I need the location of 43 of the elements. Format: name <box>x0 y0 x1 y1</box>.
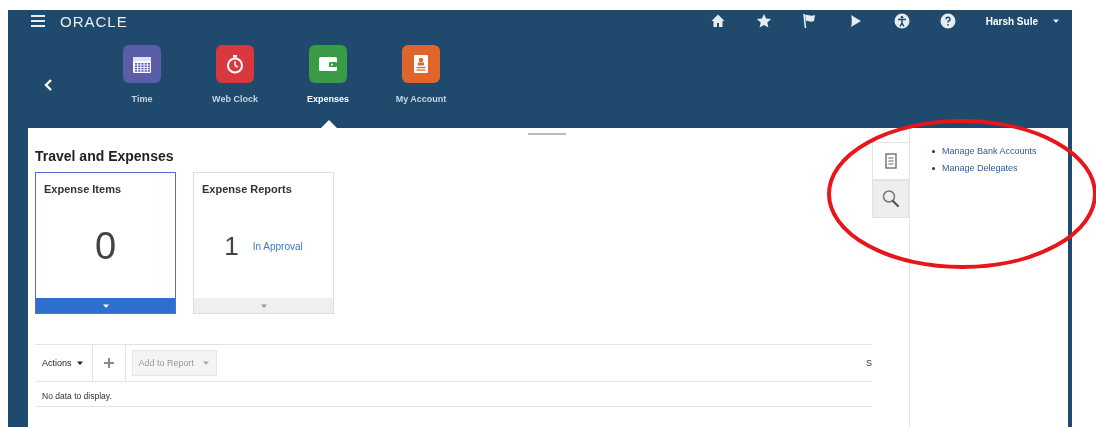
bullet-icon <box>932 149 935 153</box>
tile-count: 0 <box>94 225 117 268</box>
panel-tab[interactable] <box>872 180 909 218</box>
panel-tab[interactable] <box>872 142 909 180</box>
caret-icon <box>75 359 84 367</box>
tile-footer[interactable] <box>36 298 175 313</box>
user-menu[interactable]: Harsh Sule <box>985 15 1038 27</box>
task-link[interactable]: Manage Delegates <box>942 163 1018 173</box>
bullet-icon <box>932 166 935 170</box>
empty-message: No data to display. <box>35 382 872 407</box>
caret-icon <box>1052 17 1060 25</box>
search-icon <box>880 189 901 209</box>
app-tile-icon[interactable] <box>402 45 440 83</box>
app-label[interactable]: Expenses <box>307 94 349 104</box>
actions-menu[interactable]: Actions <box>42 345 93 381</box>
accessibility-icon[interactable] <box>893 13 910 29</box>
summary-tile[interactable]: Expense Items 0 <box>35 172 176 314</box>
tile-title: Expense Reports <box>202 183 293 195</box>
flag-icon[interactable] <box>801 13 818 29</box>
toolbar-text: S <box>866 358 872 368</box>
plus-icon <box>102 357 115 369</box>
task-link[interactable]: Manage Bank Accounts <box>942 146 1037 156</box>
page-title: Travel and Expenses <box>35 148 175 164</box>
star-icon[interactable] <box>755 13 772 29</box>
help-icon[interactable] <box>939 13 956 29</box>
drag-handle[interactable] <box>528 133 566 135</box>
app-tile-icon[interactable] <box>309 45 347 83</box>
app-label[interactable]: My Account <box>395 94 447 104</box>
home-icon[interactable] <box>709 13 726 29</box>
stopwatch-icon <box>224 53 246 75</box>
tile-count: 1 <box>224 231 239 262</box>
app-label[interactable]: Web Clock <box>212 94 258 104</box>
caret-icon <box>202 359 211 367</box>
menu-icon <box>30 13 46 29</box>
app-label[interactable]: Time <box>131 94 153 104</box>
oracle-logo[interactable]: ORACLE <box>60 12 128 30</box>
app-tile-icon[interactable] <box>123 45 161 83</box>
summary-tile[interactable]: Expense Reports 1 In Approval <box>193 172 334 314</box>
tile-footer[interactable] <box>194 298 333 313</box>
app-tile-icon[interactable] <box>216 45 254 83</box>
document-icon <box>882 152 900 170</box>
status-link[interactable]: In Approval <box>252 241 303 252</box>
tile-title: Expense Items <box>44 183 123 195</box>
